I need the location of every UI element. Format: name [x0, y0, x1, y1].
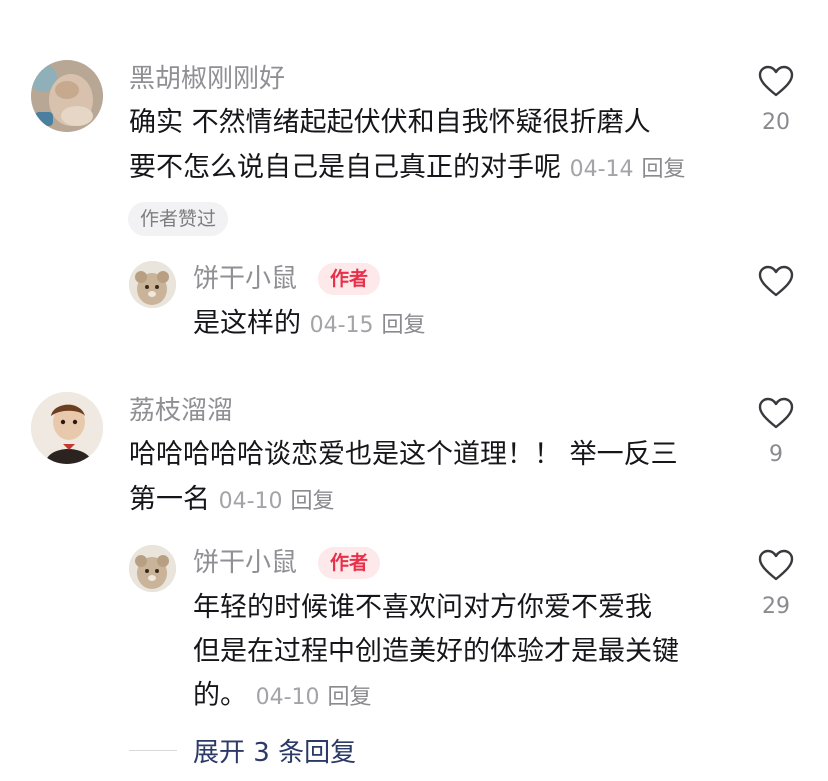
heart-icon [758, 549, 794, 581]
comment-text-line: 要不怎么说自己是自己真正的对手呢 04-14 回复 [129, 151, 686, 187]
author-badge: 作者 [318, 547, 381, 579]
reply-text-line: 是这样的 04-15 回复 [193, 307, 426, 343]
avatar[interactable] [31, 60, 103, 132]
reply-username[interactable]: 饼干小鼠 [193, 547, 297, 579]
comment-text: 要不怎么说自己是自己真正的对手呢 [129, 152, 561, 183]
like-button[interactable] [758, 397, 794, 430]
reply-button[interactable]: 回复 [382, 313, 426, 338]
reply-text-line: 年轻的时候谁不喜欢问对方你爱不爱我 [193, 592, 652, 623]
reply-button[interactable]: 回复 [291, 489, 335, 514]
reply-text-line: 但是在过程中创造美好的体验才是最关键 [193, 636, 679, 667]
avatar[interactable] [129, 261, 176, 308]
like-button[interactable] [758, 265, 794, 298]
like-button[interactable] [758, 65, 794, 98]
comment-text-line: 哈哈哈哈哈谈恋爱也是这个道理！！ 举一反三 [129, 439, 678, 470]
heart-icon [758, 397, 794, 429]
reply-username[interactable]: 饼干小鼠 [193, 263, 297, 295]
reply-button[interactable]: 回复 [328, 685, 372, 710]
mouse-avatar-icon [129, 545, 176, 592]
like-count: 20 [762, 110, 790, 135]
comment-text: 第一名 [129, 484, 210, 515]
expand-replies-button[interactable]: 展开 3 条回复 [193, 732, 356, 769]
like-count: 9 [769, 442, 783, 467]
avatar[interactable] [129, 545, 176, 592]
author-badge: 作者 [318, 263, 381, 295]
comment-date: 04-10 [255, 685, 320, 710]
reply-text-line: 的。 04-10 回复 [193, 679, 372, 715]
comment-text-line: 第一名 04-10 回复 [129, 483, 335, 519]
reply-button[interactable]: 回复 [642, 157, 686, 182]
like-count: 29 [762, 594, 790, 619]
mouse-avatar-icon [129, 261, 176, 308]
comment-username[interactable]: 荔枝溜溜 [129, 395, 233, 427]
like-button[interactable] [758, 549, 794, 582]
avatar[interactable] [31, 392, 103, 464]
reply-text: 的。 [193, 680, 247, 711]
comment-text-line: 确实 不然情绪起起伏伏和自我怀疑很折磨人 [129, 107, 651, 138]
reply-text: 是这样的 [193, 308, 301, 339]
heart-icon [758, 265, 794, 297]
heart-icon [758, 65, 794, 97]
cat-avatar-icon [31, 60, 103, 132]
text-fade-overlay [664, 591, 708, 625]
author-liked-chip: 作者赞过 [128, 202, 229, 236]
comment-date: 04-14 [569, 157, 634, 182]
comment-date: 04-10 [218, 489, 283, 514]
child-avatar-icon [31, 392, 103, 464]
comment-date: 04-15 [309, 313, 374, 338]
expand-divider [129, 750, 177, 751]
comment-username[interactable]: 黑胡椒刚刚好 [129, 63, 285, 95]
